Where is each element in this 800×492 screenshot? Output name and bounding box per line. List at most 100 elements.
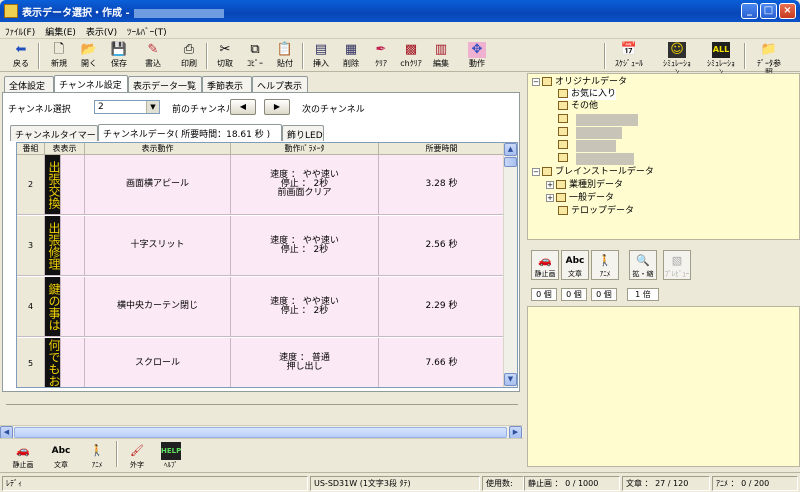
bottom-text-button[interactable]: Abc 文章 (46, 441, 76, 471)
write-button[interactable]: ✎ 書込 (138, 41, 168, 71)
back-arrow-icon: ⬅ (15, 42, 27, 57)
preview-button[interactable]: ▧ ﾌﾟﾚﾋﾞｭｰ (663, 250, 691, 280)
table-vertical-scrollbar[interactable]: ▲ ▼ (503, 143, 517, 387)
tree-node-blurred[interactable] (558, 140, 571, 151)
row-thumbnail: 出張交換 (45, 155, 61, 214)
collapse-icon[interactable]: − (532, 167, 540, 176)
paste-button[interactable]: 📋 貼付 (270, 41, 300, 71)
back-label: 戻る (13, 59, 29, 68)
print-button[interactable]: ⎙ 印刷 (174, 41, 204, 71)
tree-node-other[interactable]: その他 (558, 101, 598, 112)
row-time: 3.28 秒 (379, 155, 505, 214)
paste-icon: 📋 (276, 42, 294, 57)
insert-button[interactable]: ▤ 挿入 (306, 41, 336, 71)
zoom-value: 1 倍 (627, 288, 659, 301)
next-channel-button[interactable]: ▶ (264, 99, 290, 115)
tab-channel-data[interactable]: チャンネルデータ( 所要時間：18.61 秒 ) (98, 124, 282, 141)
tree-label: お気に入り (571, 89, 617, 99)
tree-node-blurred[interactable] (558, 153, 571, 164)
action-button[interactable]: ✥ 動作 (462, 41, 492, 71)
tree-node-general[interactable]: + 一般データ (546, 193, 614, 204)
anime-figure-icon: 🚶 (90, 444, 104, 457)
ch-clear-button[interactable]: ▩ chｸﾘｱ (396, 41, 426, 71)
tree-node-original[interactable]: − オリジナルデータ (532, 77, 627, 88)
tab-channel-timer[interactable]: チャンネルタイマー (10, 125, 98, 141)
edit-button[interactable]: ▥ 編集 (426, 41, 456, 71)
minimize-button[interactable]: _ (741, 3, 758, 19)
data-ref-button[interactable]: 📁ﾃﾞｰﾀ参照 (754, 41, 784, 77)
close-button[interactable]: × (779, 3, 796, 19)
back-button[interactable]: ⬅ 戻る (6, 41, 36, 71)
menu-toolbar[interactable]: ﾂｰﾙﾊﾞｰ(T) (122, 22, 172, 38)
ch-clear-label: chｸﾘｱ (400, 59, 422, 68)
horizontal-scroll-thumb[interactable] (14, 427, 507, 438)
table-row[interactable]: 2 出張交換 画面横アピール 速度 ： やや速い 停止 ： 2秒 前画面クリア … (17, 155, 505, 215)
copy-button[interactable]: ⧉ ｺﾋﾟｰ (240, 41, 270, 71)
maximize-button[interactable]: □ (760, 3, 777, 19)
tab-season-display[interactable]: 季節表示 (202, 76, 252, 92)
simulation-button-1[interactable]: ☺ｼﾐｭﾚｰｼｮﾝ (662, 41, 692, 77)
col-header-number[interactable]: 番組 (17, 143, 45, 155)
col-header-params[interactable]: 動作ﾊﾟﾗﾒｰﾀ (231, 143, 379, 155)
preview-label: ﾌﾟﾚﾋﾞｭｰ (664, 270, 690, 278)
tree-node-industry[interactable]: + 業種別データ (546, 180, 623, 191)
delete-button[interactable]: ▦ 削除 (336, 41, 366, 71)
table-row[interactable]: 3 出張修理 十字スリット 速度 ： やや速い 停止 ： 2秒 2.56 秒 (17, 216, 505, 276)
menu-view[interactable]: 表示(V) (81, 22, 122, 38)
folder-icon (558, 206, 568, 215)
tree-node-telop[interactable]: テロップデータ (558, 206, 634, 217)
tree-label: 一般データ (569, 193, 615, 203)
zoom-button[interactable]: 🔍 拡・縮 (629, 250, 657, 280)
table-row[interactable]: 5 何でもお スクロール 速度 ： 普通 押し出し 7.66 秒 (17, 338, 505, 387)
scroll-thumb[interactable] (504, 157, 517, 167)
bottom-still-image-button[interactable]: 🚗 静止画 (8, 441, 38, 471)
collapse-icon[interactable]: − (532, 77, 540, 86)
gaiji-button[interactable]: 🖌 外字 (122, 441, 152, 471)
prev-channel-button[interactable]: ◀ (230, 99, 256, 115)
triangle-right-icon: ▶ (273, 102, 281, 111)
table-row[interactable]: 4 鍵の事は 横中央カーテン閉じ 速度 ： やや速い 停止 ： 2秒 2.29 … (17, 277, 505, 337)
col-header-time[interactable]: 所要時間 (379, 143, 505, 155)
toolbar-separator (604, 43, 606, 69)
schedule-icon: 📅 (620, 42, 638, 57)
text-button[interactable]: Abc 文章 (561, 250, 589, 280)
open-button[interactable]: 📂 開く (74, 41, 104, 71)
expand-icon[interactable]: + (546, 180, 554, 189)
open-folder-icon: 📂 (80, 42, 98, 57)
col-header-action[interactable]: 表示動作 (85, 143, 231, 155)
simulation-button-2[interactable]: ALLｼﾐｭﾚｰｼｮﾝ (706, 41, 736, 77)
tab-display-data-list[interactable]: 表示データ一覧 (128, 76, 202, 92)
bottom-anime-button[interactable]: 🚶 ｱﾆﾒ (82, 441, 112, 471)
status-model: US-SD31W (1文字3段 ﾀﾃ) (310, 476, 480, 491)
tree-node-blurred[interactable] (558, 127, 571, 138)
scroll-up-icon[interactable]: ▲ (504, 143, 517, 156)
anime-button[interactable]: 🚶 ｱﾆﾒ (591, 250, 619, 280)
clear-button[interactable]: ✒ ｸﾘｱ (366, 41, 396, 71)
col-header-thumbnail[interactable]: 表表示 (45, 143, 85, 155)
menu-file[interactable]: ﾌｧｲﾙ(F) (0, 22, 40, 38)
menu-edit[interactable]: 編集(E) (40, 22, 81, 38)
anime-label: ｱﾆﾒ (599, 270, 611, 278)
scroll-down-icon[interactable]: ▼ (504, 373, 517, 386)
schedule-button[interactable]: 📅 ｽｹｼﾞｭｰﾙ (614, 41, 644, 71)
tree-node-favorites[interactable]: お気に入り (558, 89, 617, 100)
still-image-button[interactable]: 🚗 静止画 (531, 250, 559, 280)
new-button[interactable]: 🗋 新規 (44, 41, 74, 71)
tab-help-display[interactable]: ヘルプ表示 (252, 76, 308, 92)
save-button[interactable]: 💾 保存 (104, 41, 134, 71)
tab-channel-settings[interactable]: チャンネル設定 (54, 75, 128, 92)
tree-node-brainstorm[interactable]: − ブレインストールデータ (532, 167, 654, 178)
expand-icon[interactable]: + (546, 193, 554, 202)
folder-icon (558, 140, 568, 149)
tab-overall-settings[interactable]: 全体設定 (4, 76, 54, 92)
help-button[interactable]: HELP ﾍﾙﾌﾟ (156, 441, 186, 471)
cut-button[interactable]: ✂ 切取 (210, 41, 240, 71)
row-spacer (61, 216, 85, 275)
schedule-label: ｽｹｼﾞｭｰﾙ (615, 59, 643, 68)
row-thumbnail: 鍵の事は (45, 277, 61, 336)
channel-select[interactable]: 2 ▼ (94, 100, 160, 114)
tree-node-blurred[interactable] (558, 114, 571, 125)
left-horizontal-scrollbar[interactable]: ◀ ▶ (0, 425, 523, 439)
menu-bar: ﾌｧｲﾙ(F) 編集(E) 表示(V) ﾂｰﾙﾊﾞｰ(T) (0, 22, 800, 39)
tab-decor-led[interactable]: 飾りLED (282, 125, 324, 141)
